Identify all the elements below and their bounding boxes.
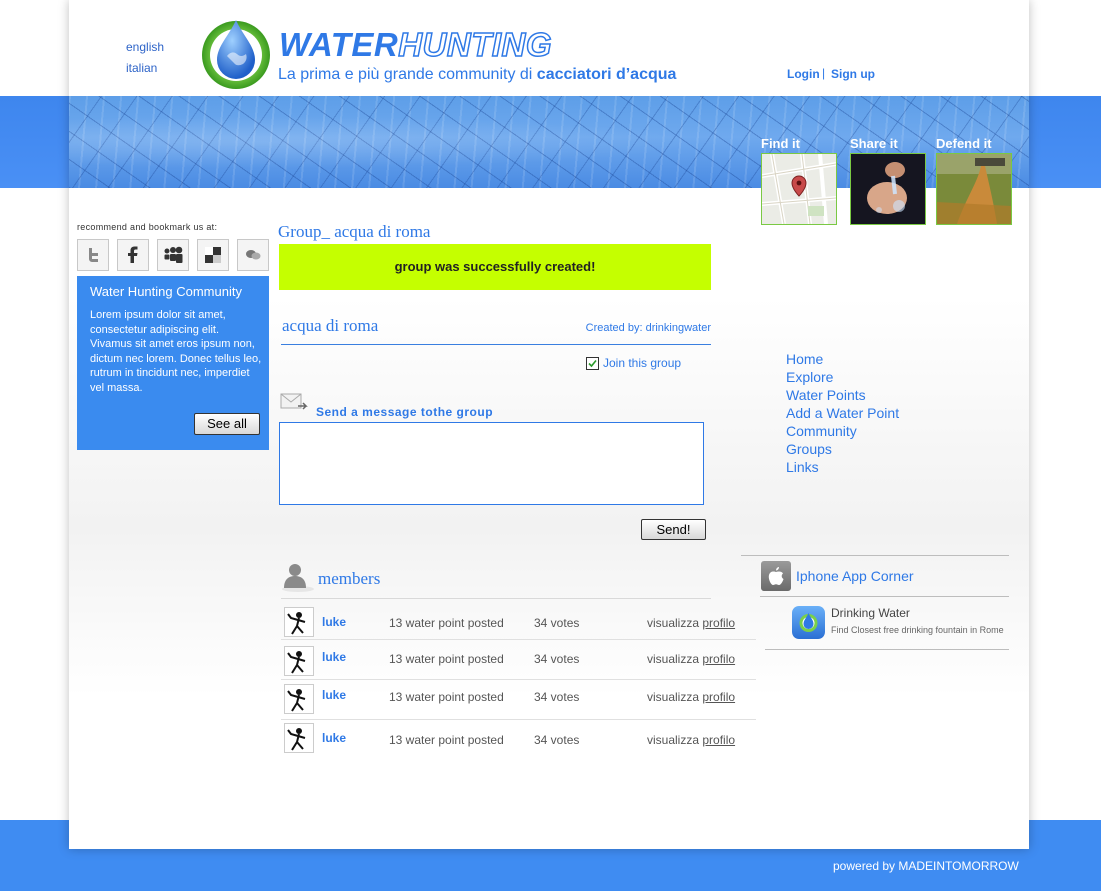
member-view-label: visualizza	[647, 733, 700, 747]
member-row: luke 13 water point posted 34 votes visu…	[281, 640, 756, 680]
join-group-checkbox[interactable]: Join this group	[586, 356, 681, 370]
nav-home[interactable]: Home	[786, 350, 899, 368]
myspace-icon[interactable]	[157, 239, 189, 271]
member-name[interactable]: luke	[322, 731, 346, 745]
feature-share-image[interactable]	[850, 153, 926, 225]
created-by: Created by: drinkingwater	[585, 322, 711, 334]
app-name[interactable]: Drinking Water	[831, 606, 910, 620]
member-view-label: visualizza	[647, 652, 700, 666]
member-row: luke 13 water point posted 34 votes visu…	[281, 600, 756, 640]
profile-link[interactable]: profilo	[702, 616, 735, 630]
member-posts: 13 water point posted	[389, 652, 504, 666]
drinking-water-app-icon[interactable]	[792, 606, 825, 639]
lang-english-link[interactable]: english	[126, 40, 164, 54]
see-all-button[interactable]: See all	[194, 413, 260, 435]
member-row: luke 13 water point posted 34 votes visu…	[281, 680, 756, 720]
group-name: acqua di roma	[282, 316, 379, 335]
page-title: Group_ acqua di roma	[278, 222, 431, 241]
nav-links[interactable]: Links	[786, 458, 899, 476]
footer-copyright: ©opyright Water Hunting 2010 - All Right…	[80, 827, 351, 841]
login-link[interactable]: Login	[787, 67, 820, 81]
member-view: visualizza profilo	[647, 690, 735, 704]
tagline-bold: cacciatori d’acqua	[536, 66, 677, 83]
main-nav: Home Explore Water Points Add a Water Po…	[786, 350, 899, 476]
member-name[interactable]: luke	[322, 688, 346, 702]
send-message-heading: Send a message tothe group	[280, 392, 493, 419]
community-text: Lorem ipsum dolor sit amet, consectetur …	[90, 309, 262, 394]
member-votes: 34 votes	[534, 652, 580, 666]
tagline-prefix: La prima e più grande community di	[278, 66, 537, 83]
member-posts: 13 water point posted	[389, 690, 504, 704]
member-votes: 34 votes	[534, 733, 580, 747]
divider	[281, 598, 711, 599]
avatar[interactable]	[284, 646, 314, 676]
check-icon	[586, 356, 599, 370]
feature-share-label: Share it	[850, 136, 898, 151]
iphone-corner-title[interactable]: Iphone App Corner	[796, 568, 914, 584]
member-votes: 34 votes	[534, 690, 580, 704]
app-description: Find Closest free drinking fountain in R…	[831, 625, 1004, 635]
lang-italian-link[interactable]: italian	[126, 61, 157, 75]
delicious-icon[interactable]	[197, 239, 229, 271]
member-row: luke 13 water point posted 34 votes visu…	[281, 720, 756, 760]
divider	[765, 649, 1009, 650]
send-button[interactable]: Send!	[641, 519, 706, 540]
avatar[interactable]	[284, 684, 314, 714]
nav-groups[interactable]: Groups	[786, 440, 899, 458]
members-label: members	[318, 568, 381, 588]
nav-add-water-point[interactable]: Add a Water Point	[786, 404, 899, 422]
facebook-icon[interactable]	[117, 239, 149, 271]
join-group-label: Join this group	[603, 356, 682, 370]
footer-powered-by[interactable]: powered by MADEINTOMORROW	[833, 859, 1019, 873]
member-view: visualizza profilo	[647, 652, 735, 666]
avatar[interactable]	[284, 723, 314, 753]
logo-word-solid: WATER	[279, 26, 399, 63]
member-view-label: visualizza	[647, 616, 700, 630]
divider	[760, 596, 1009, 597]
member-posts: 13 water point posted	[389, 733, 504, 747]
divider	[741, 555, 1009, 556]
logo-wordmark[interactable]: WATERHUNTING	[279, 25, 553, 64]
profile-link[interactable]: profilo	[702, 733, 735, 747]
community-title: Water Hunting Community	[90, 284, 242, 299]
twitter-icon[interactable]	[77, 239, 109, 271]
feature-find-label: Find it	[761, 136, 800, 151]
member-view: visualizza profilo	[647, 616, 735, 630]
profile-link[interactable]: profilo	[702, 690, 735, 704]
message-textarea[interactable]	[279, 422, 704, 505]
signup-link[interactable]: Sign up	[831, 67, 875, 81]
nav-community[interactable]: Community	[786, 422, 899, 440]
feature-find-map-image[interactable]	[761, 153, 837, 225]
tagline: La prima e più grande community di cacci…	[278, 66, 676, 84]
envelope-icon	[280, 392, 310, 419]
apple-icon	[761, 561, 791, 591]
member-posts: 13 water point posted	[389, 616, 504, 630]
send-message-label: Send a message tothe group	[316, 405, 494, 419]
divider	[281, 344, 711, 345]
members-heading: members	[278, 558, 380, 599]
feature-defend-image[interactable]	[936, 153, 1012, 225]
nav-explore[interactable]: Explore	[786, 368, 899, 386]
nav-water-points[interactable]: Water Points	[786, 386, 899, 404]
member-view: visualizza profilo	[647, 733, 735, 747]
member-name[interactable]: luke	[322, 615, 346, 629]
recommend-label: recommend and bookmark us at:	[77, 222, 218, 232]
user-icon	[278, 558, 314, 599]
feature-defend-label: Defend it	[936, 136, 992, 151]
member-view-label: visualizza	[647, 690, 700, 704]
logo-drop-icon[interactable]	[201, 18, 271, 95]
community-box: Water Hunting Community Lorem ipsum dolo…	[77, 276, 269, 450]
success-banner: group was successfully created!	[279, 244, 711, 290]
chat-icon[interactable]	[237, 239, 269, 271]
member-votes: 34 votes	[534, 616, 580, 630]
page-container: english italian WATERHUNTING La prima e …	[69, 0, 1029, 849]
profile-link[interactable]: profilo	[702, 652, 735, 666]
auth-separator: |	[822, 66, 826, 80]
member-name[interactable]: luke	[322, 650, 346, 664]
logo-word-outline: HUNTING	[397, 25, 553, 64]
avatar[interactable]	[284, 607, 314, 637]
